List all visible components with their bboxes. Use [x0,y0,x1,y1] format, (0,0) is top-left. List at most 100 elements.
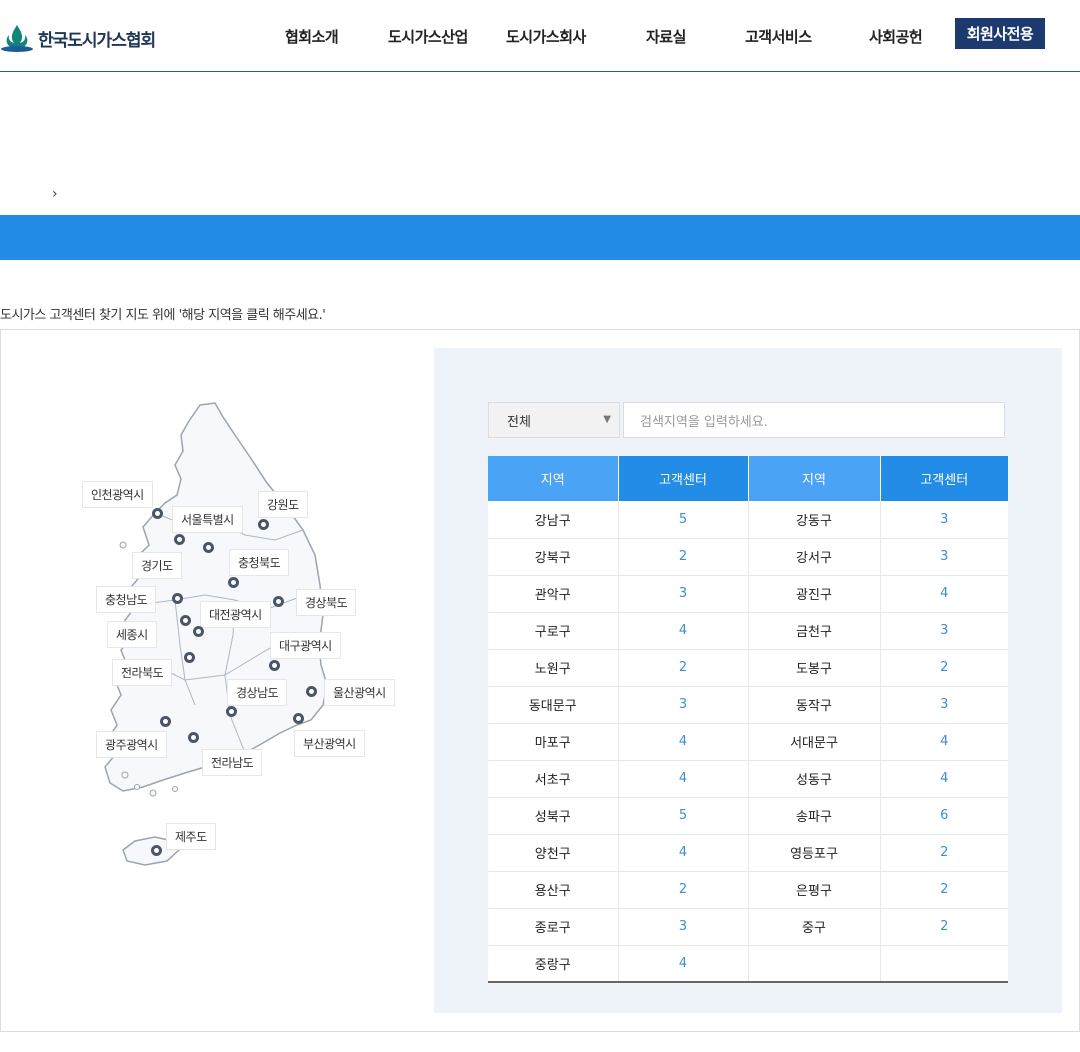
breadcrumb-separator: › [52,186,58,202]
table-row: 용산구 2 은평구 2 [488,871,1008,909]
region-label-jeju[interactable]: 제주도 [166,823,216,850]
region-label-seoul[interactable]: 서울특별시 [172,506,243,533]
nav-customer-service[interactable]: 고객서비스 [745,26,812,47]
member-only-button[interactable]: 회원사전용 [955,18,1045,49]
pin-gangwon-icon[interactable] [258,519,269,530]
region-label-busan[interactable]: 부산광역시 [294,730,365,757]
region-name: 서대문구 [748,723,881,761]
pin-daejeon-icon[interactable] [193,626,204,637]
region-name: 동대문구 [488,686,619,724]
center-count[interactable]: 4 [618,834,749,872]
region-label-sejong[interactable]: 세종시 [107,621,157,648]
pin-seoul-icon[interactable] [174,534,185,545]
region-label-chungbuk[interactable]: 충청북도 [229,549,290,576]
nav-industry[interactable]: 도시가스산업 [388,26,468,47]
region-label-gyeonggi[interactable]: 경기도 [132,552,182,579]
region-select[interactable]: 전체 ▼ [488,402,620,438]
center-count[interactable]: 3 [880,686,1008,724]
pin-gyeonggi-icon[interactable] [203,542,214,553]
column-header-center: 고객센터 [618,456,749,501]
column-header-region: 지역 [488,456,619,501]
site-header: 한국도시가스협회 협회소개 도시가스산업 도시가스회사 자료실 고객서비스 사회… [0,0,1080,72]
pin-gyeongnam-icon[interactable] [226,706,237,717]
nav-library[interactable]: 자료실 [646,26,686,47]
region-name: 중랑구 [488,945,619,983]
pin-daegu-icon[interactable] [269,660,280,671]
center-count[interactable]: 2 [880,834,1008,872]
center-count[interactable]: 3 [618,908,749,946]
nav-social-contribution[interactable]: 사회공헌 [869,26,923,47]
pin-jeju-icon[interactable] [151,845,162,856]
table-row: 종로구 3 중구 2 [488,908,1008,946]
region-name [748,945,881,983]
pin-chungbuk-icon[interactable] [228,577,239,588]
region-name: 종로구 [488,908,619,946]
table-row: 양천구 4 영등포구 2 [488,834,1008,872]
pin-chungnam-icon[interactable] [172,593,183,604]
center-count[interactable]: 4 [880,760,1008,798]
region-label-gwangju[interactable]: 광주광역시 [96,731,167,758]
region-name: 성동구 [748,760,881,798]
center-count[interactable]: 5 [618,797,749,835]
center-count[interactable]: 2 [618,871,749,909]
pin-jeonbuk-icon[interactable] [184,652,195,663]
region-name: 금천구 [748,612,881,650]
center-count[interactable]: 4 [880,575,1008,613]
pin-jeonnam-icon[interactable] [188,732,199,743]
page-title-band [0,215,1080,260]
table-row: 중랑구 4 [488,945,1008,983]
pin-sejong-icon[interactable] [180,615,191,626]
region-label-daegu[interactable]: 대구광역시 [270,632,341,659]
nav-companies[interactable]: 도시가스회사 [506,26,586,47]
region-label-gyeongnam[interactable]: 경상남도 [227,679,288,706]
pin-gyeongbuk-icon[interactable] [273,596,284,607]
region-search-input[interactable]: 검색지역을 입력하세요. [623,402,1005,438]
center-count [880,945,1008,983]
pin-busan-icon[interactable] [293,713,304,724]
region-name: 도봉구 [748,649,881,687]
center-count[interactable]: 3 [618,686,749,724]
center-count[interactable]: 2 [618,649,749,687]
table-row: 구로구 4 금천구 3 [488,612,1008,650]
table-row: 강북구 2 강서구 3 [488,538,1008,576]
center-count[interactable]: 4 [618,612,749,650]
region-name: 성북구 [488,797,619,835]
region-label-daejeon[interactable]: 대전광역시 [200,601,271,628]
region-name: 송파구 [748,797,881,835]
region-label-gangwon[interactable]: 강원도 [258,491,308,518]
region-name: 관악구 [488,575,619,613]
center-count[interactable]: 2 [880,871,1008,909]
center-count[interactable]: 6 [880,797,1008,835]
region-label-incheon[interactable]: 인천광역시 [82,481,153,508]
center-count[interactable]: 2 [880,649,1008,687]
column-header-region: 지역 [748,456,881,501]
center-count[interactable]: 4 [880,723,1008,761]
table-row: 성북구 5 송파구 6 [488,797,1008,835]
center-count[interactable]: 4 [618,723,749,761]
region-name: 강서구 [748,538,881,576]
center-count[interactable]: 3 [880,501,1008,539]
region-name: 동작구 [748,686,881,724]
region-label-chungnam[interactable]: 충청남도 [96,586,157,613]
region-name: 양천구 [488,834,619,872]
center-count[interactable]: 2 [618,538,749,576]
pin-gwangju-icon[interactable] [160,716,171,727]
center-count[interactable]: 3 [880,612,1008,650]
center-count[interactable]: 2 [880,908,1008,946]
region-select-value: 전체 [507,414,531,430]
region-label-jeonbuk[interactable]: 전라북도 [112,659,173,686]
pin-incheon-icon[interactable] [152,508,163,519]
nav-about[interactable]: 협회소개 [285,26,339,47]
region-label-jeonnam[interactable]: 전라남도 [202,749,263,776]
center-count[interactable]: 5 [618,501,749,539]
pin-ulsan-icon[interactable] [306,686,317,697]
center-count[interactable]: 4 [618,945,749,983]
table-row: 동대문구 3 동작구 3 [488,686,1008,724]
region-label-ulsan[interactable]: 울산광역시 [324,679,395,706]
center-count[interactable]: 4 [618,760,749,798]
region-label-gyeongbuk[interactable]: 경상북도 [296,589,357,616]
center-count[interactable]: 3 [880,538,1008,576]
region-name: 마포구 [488,723,619,761]
center-count[interactable]: 3 [618,575,749,613]
region-name: 영등포구 [748,834,881,872]
